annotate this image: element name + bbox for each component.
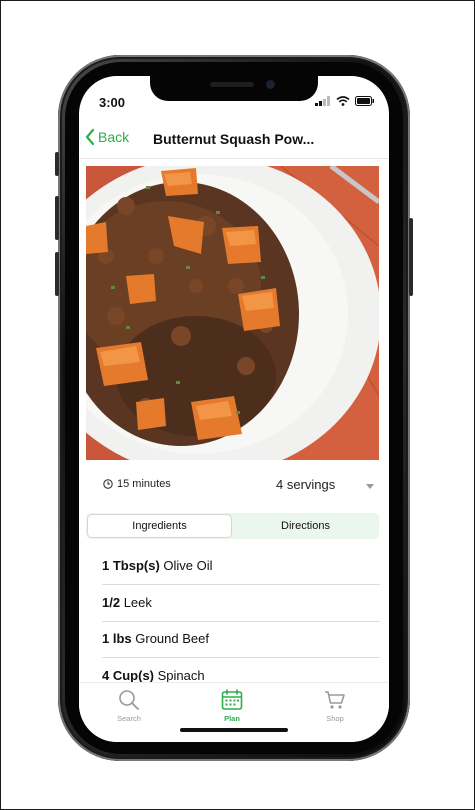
search-icon xyxy=(119,690,139,710)
duration: 15 minutes xyxy=(103,478,171,490)
tab-plan-label: Plan xyxy=(224,714,240,723)
wifi-icon xyxy=(336,96,350,106)
shopping-cart-icon xyxy=(325,691,345,709)
chevron-left-icon xyxy=(85,128,95,146)
servings-select[interactable]: 4 servings xyxy=(276,477,335,492)
back-button[interactable]: Back xyxy=(85,128,129,146)
chevron-down-icon[interactable] xyxy=(366,484,374,489)
tab-bar: Search Plan Shop xyxy=(79,682,389,742)
recipe-meta: 15 minutes 4 servings xyxy=(103,476,378,496)
ingredient-name: Spinach xyxy=(157,668,205,683)
list-item: 1 Tbsp(s) Olive Oil xyxy=(102,548,380,585)
battery-icon xyxy=(355,96,374,106)
ingredient-name: Ground Beef xyxy=(135,631,209,646)
ingredient-name: Leek xyxy=(123,595,152,610)
tab-ingredients[interactable]: Ingredients xyxy=(88,515,231,537)
ingredient-qty: 1/2 xyxy=(102,595,121,610)
tab-shop-label: Shop xyxy=(326,714,344,723)
power-button xyxy=(409,218,413,296)
page-title: Butternut Squash Pow... xyxy=(153,131,315,147)
volume-up-button xyxy=(55,196,59,240)
clock-icon xyxy=(103,479,113,489)
list-item: 1 lbs Ground Beef xyxy=(102,621,380,658)
speaker-grille xyxy=(210,82,254,87)
phone-screen: 3:00 Back Butternut Squash Pow... 15 min… xyxy=(79,76,389,742)
ingredient-qty: 4 Cup(s) xyxy=(102,668,154,683)
status-icons xyxy=(315,96,375,106)
list-item: 1/2 Leek xyxy=(102,585,380,622)
navigation-bar: Back Butternut Squash Pow... xyxy=(79,124,389,159)
tab-shop[interactable]: Shop xyxy=(300,689,370,723)
tab-search-label: Search xyxy=(117,714,141,723)
segmented-control: Ingredients Directions xyxy=(86,513,379,539)
signal-icon xyxy=(315,96,330,106)
duration-text: 15 minutes xyxy=(117,478,171,490)
notch xyxy=(150,76,318,101)
recipe-photo xyxy=(86,166,379,460)
front-camera xyxy=(266,80,275,89)
ingredient-qty: 1 lbs xyxy=(102,631,132,646)
tab-search[interactable]: Search xyxy=(94,689,164,723)
home-indicator[interactable] xyxy=(180,728,288,732)
tab-plan[interactable]: Plan xyxy=(197,689,267,723)
ingredient-name: Olive Oil xyxy=(163,558,213,573)
status-time: 3:00 xyxy=(99,95,126,110)
calendar-icon xyxy=(221,689,243,710)
tab-directions[interactable]: Directions xyxy=(234,515,377,537)
silent-switch xyxy=(55,152,59,176)
ingredient-qty: 1 Tbsp(s) xyxy=(102,558,160,573)
back-label: Back xyxy=(98,129,130,145)
volume-down-button xyxy=(55,252,59,296)
